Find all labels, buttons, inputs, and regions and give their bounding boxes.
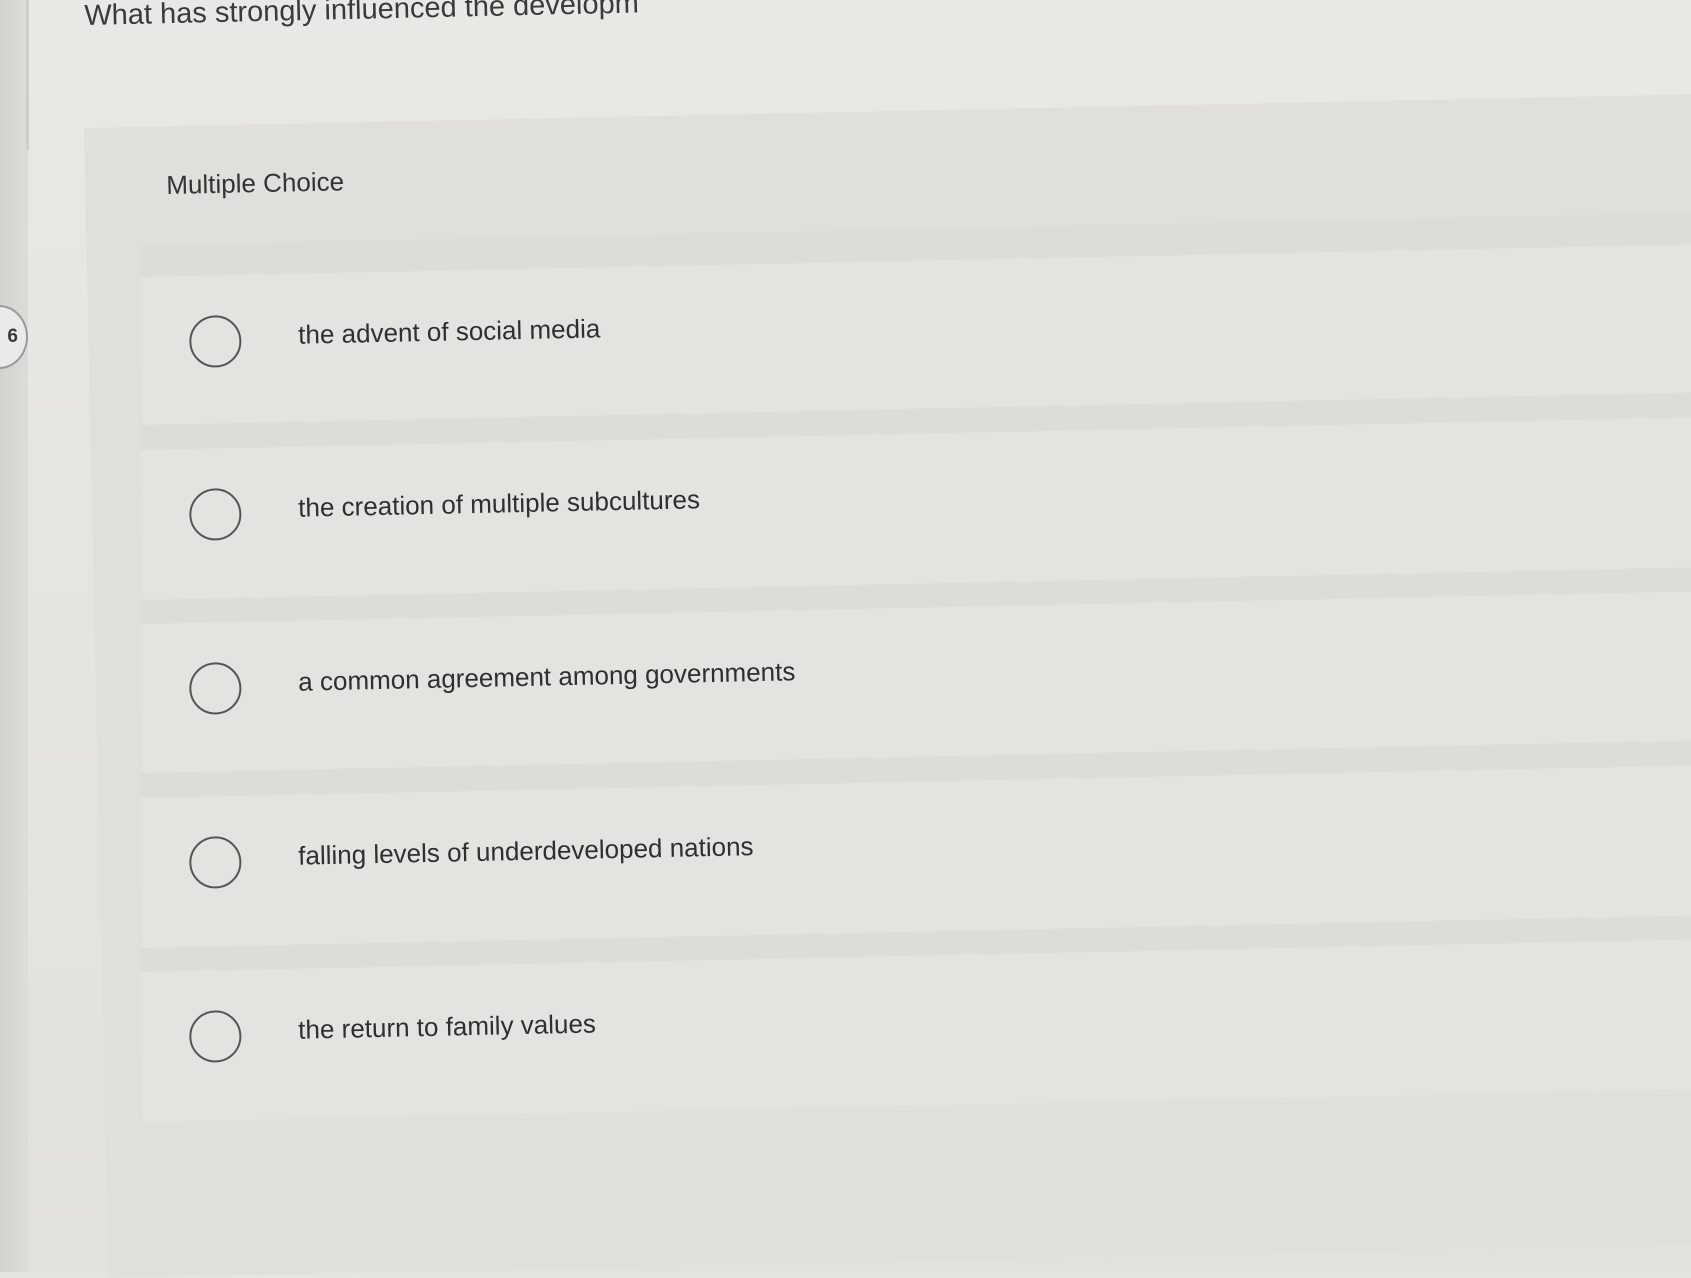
option-label[interactable]: the advent of social media	[298, 313, 601, 350]
option-row[interactable]: the return to family values	[140, 939, 1691, 1122]
option-label[interactable]: falling levels of underdeveloped nations	[298, 831, 754, 872]
answer-options: the advent of social media the creation …	[0, 0, 1691, 1272]
option-label[interactable]: a common agreement among governments	[298, 656, 796, 697]
radio-button[interactable]	[188, 661, 242, 715]
radio-button[interactable]	[188, 835, 242, 889]
option-label[interactable]: the creation of multiple subcultures	[298, 484, 700, 523]
radio-button[interactable]	[188, 1009, 242, 1063]
option-label[interactable]: the return to family values	[298, 1008, 596, 1045]
radio-button[interactable]	[188, 487, 242, 541]
radio-button[interactable]	[188, 314, 242, 368]
